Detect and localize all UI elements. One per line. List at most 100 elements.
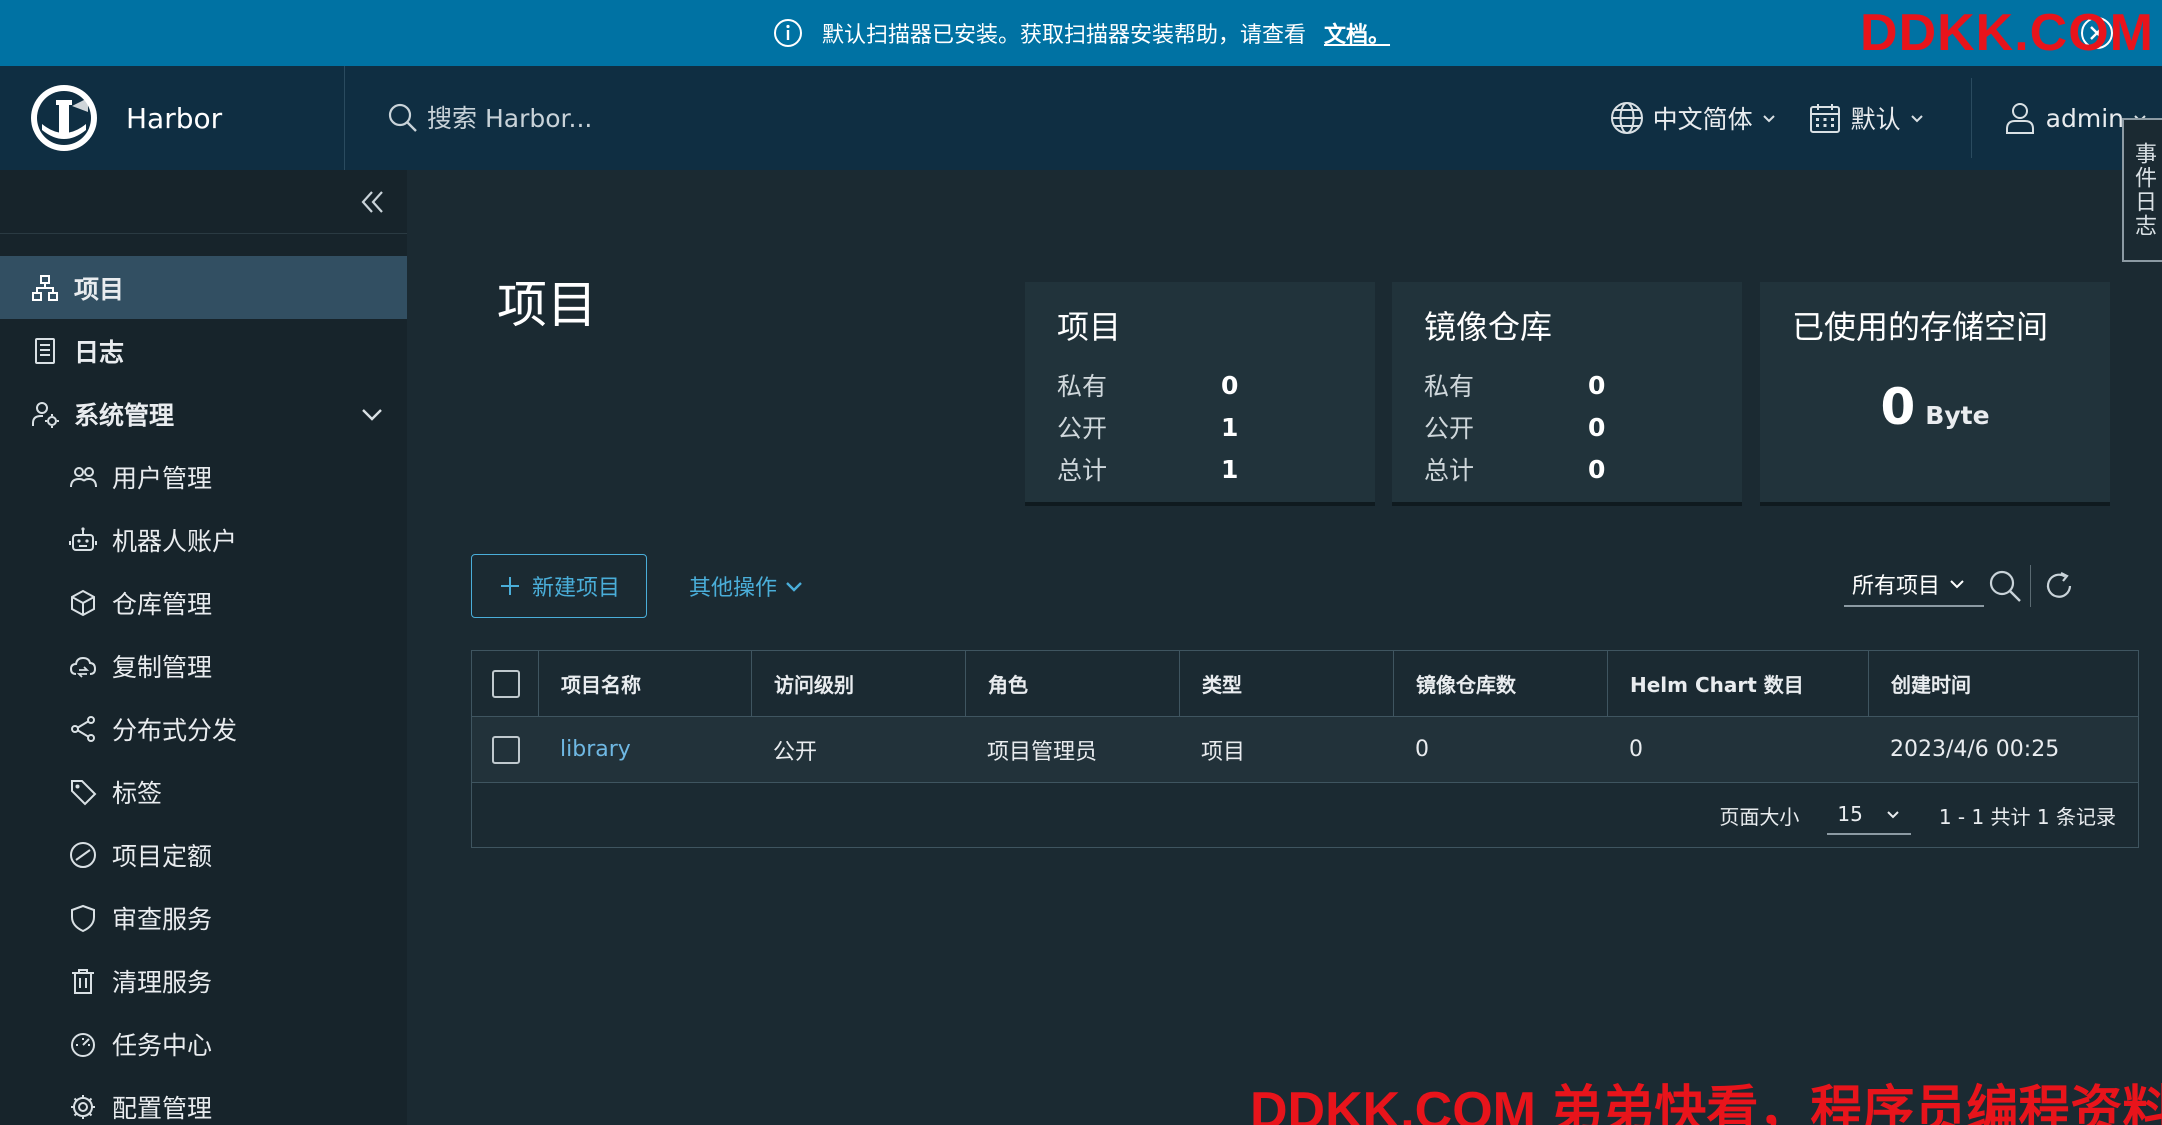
- top-header: Harbor 中文简体 默认 admin: [0, 66, 2162, 170]
- sidebar-item-project-quotas[interactable]: 项目定额: [0, 823, 407, 886]
- page-title: 项目: [497, 276, 597, 334]
- user-admin-icon: [32, 401, 59, 428]
- sidebar-item-logs[interactable]: 日志: [0, 319, 407, 382]
- shield-icon: [71, 904, 95, 932]
- stat-row-private: 私有 0: [1057, 364, 1343, 406]
- table-cell: 公开: [773, 739, 818, 765]
- sidebar-item-interrogation-services[interactable]: 审查服务: [0, 886, 407, 949]
- table-cell: 项目: [1201, 739, 1246, 765]
- projects-table: 项目名称 访问级别 角色 类型 镜像仓库数 Helm Chart 数目 创建时间…: [471, 650, 2139, 848]
- brand[interactable]: Harbor: [0, 66, 345, 170]
- sidebar-item-replications[interactable]: 复制管理: [0, 634, 407, 697]
- repositories-summary-card: 镜像仓库 私有 0 公开 0 总计 0: [1392, 282, 1742, 502]
- project-filter-select[interactable]: 所有项目: [1844, 563, 1984, 607]
- stat-value: 0: [1588, 454, 1606, 484]
- stat-row-total: 总计 1: [1057, 448, 1343, 490]
- sidebar-item-clean-up[interactable]: 清理服务: [0, 949, 407, 1012]
- table-cell: 0: [1629, 737, 1643, 762]
- brand-name: Harbor: [126, 101, 223, 135]
- card-title: 已使用的存储空间: [1792, 308, 2049, 346]
- sidebar-item-label: 分布式分发: [112, 715, 238, 745]
- sidebar-item-robot-accounts[interactable]: 机器人账户: [0, 508, 407, 571]
- column-header[interactable]: 角色: [965, 651, 1179, 716]
- robot-icon: [69, 526, 97, 551]
- sidebar-item-label: 清理服务: [112, 967, 213, 997]
- table-cell: 项目管理员: [987, 739, 1098, 765]
- sidebar-item-registries[interactable]: 仓库管理: [0, 571, 407, 634]
- sidebar-item-label: 复制管理: [112, 652, 213, 682]
- box-icon: [71, 589, 95, 616]
- stat-value: 1: [1221, 412, 1239, 442]
- filter-label: 所有项目: [1852, 574, 1941, 599]
- storage-unit: Byte: [1925, 401, 1990, 430]
- sidebar-item-users[interactable]: 用户管理: [0, 445, 407, 508]
- pagination-summary: 1 - 1 共计 1 条记录: [1938, 804, 2116, 829]
- stat-label: 私有: [1424, 372, 1475, 401]
- column-header[interactable]: 创建时间: [1868, 651, 2138, 716]
- project-name-link[interactable]: library: [538, 717, 751, 782]
- sidebar-item-label: 日志: [74, 337, 125, 367]
- hierarchy-icon: [32, 274, 58, 301]
- toolbar-divider: [2030, 565, 2031, 607]
- stat-value: 0: [1588, 412, 1606, 442]
- sidebar-item-label: 审查服务: [112, 904, 213, 934]
- stat-label: 总计: [1057, 456, 1108, 485]
- new-project-button[interactable]: 新建项目: [471, 554, 647, 618]
- sidebar-item-label: 仓库管理: [112, 589, 213, 619]
- other-actions-dropdown[interactable]: 其他操作: [689, 554, 805, 618]
- column-header[interactable]: 项目名称: [538, 651, 751, 716]
- row-select-cell: [472, 717, 538, 782]
- language-selector[interactable]: 中文简体: [1609, 100, 1777, 136]
- header-select-cell: [472, 651, 538, 716]
- sidebar: 项目 日志 系统管理 用户管理 机器人账户 仓库管理 复制管理 分布式分发 标签…: [0, 170, 407, 1125]
- plus-icon: [500, 577, 519, 595]
- search-icon[interactable]: [1987, 568, 2023, 604]
- stat-row-public: 公开 0: [1424, 406, 1710, 448]
- stat-label: 总计: [1424, 456, 1475, 485]
- chevron-down-icon: [1762, 115, 1775, 123]
- row-checkbox[interactable]: [492, 735, 520, 764]
- column-header[interactable]: 类型: [1179, 651, 1393, 716]
- search-input[interactable]: [427, 103, 927, 133]
- sidebar-item-labels[interactable]: 标签: [0, 760, 407, 823]
- sidebar-item-label: 系统管理: [74, 400, 175, 430]
- sidebar-item-configuration[interactable]: 配置管理: [0, 1075, 407, 1125]
- column-header[interactable]: 镜像仓库数: [1393, 651, 1607, 716]
- sidebar-item-label: 用户管理: [112, 463, 213, 493]
- sidebar-item-projects[interactable]: 项目: [0, 256, 407, 319]
- double-chevron-left-icon[interactable]: [355, 185, 389, 219]
- chevron-down-icon: [786, 582, 802, 592]
- refresh-icon[interactable]: [2041, 568, 2077, 604]
- card-title: 项目: [1057, 308, 1122, 346]
- calendar-icon: [1809, 104, 1840, 133]
- banner-docs-link[interactable]: 文档。: [1324, 17, 1390, 49]
- sidebar-item-label: 标签: [112, 778, 163, 808]
- sidebar-item-label: 机器人账户: [112, 526, 238, 556]
- table-header: 项目名称 访问级别 角色 类型 镜像仓库数 Helm Chart 数目 创建时间: [472, 651, 2138, 717]
- sidebar-item-distributions[interactable]: 分布式分发: [0, 697, 407, 760]
- select-all-checkbox[interactable]: [492, 669, 520, 698]
- trash-icon: [72, 968, 94, 994]
- projects-summary-card: 项目 私有 0 公开 1 总计 1: [1025, 282, 1375, 502]
- username: admin: [2045, 103, 2124, 133]
- search-box[interactable]: [345, 102, 1609, 134]
- sidebar-item-administration[interactable]: 系统管理: [0, 382, 407, 445]
- page-size-select[interactable]: 15: [1827, 795, 1911, 835]
- info-icon: [773, 19, 802, 47]
- column-header[interactable]: Helm Chart 数目: [1607, 651, 1868, 716]
- stat-row-public: 公开 1: [1057, 406, 1343, 448]
- tag-icon: [71, 779, 97, 805]
- sidebar-item-job-service[interactable]: 任务中心: [0, 1012, 407, 1075]
- stat-label: 公开: [1057, 414, 1108, 443]
- users-icon: [70, 466, 97, 487]
- datetime-format-selector[interactable]: 默认: [1807, 100, 1925, 136]
- chevron-down-icon[interactable]: [359, 401, 385, 427]
- new-project-label: 新建项目: [531, 576, 620, 601]
- gear-icon: [71, 1094, 95, 1119]
- stat-row-total: 总计 0: [1424, 448, 1710, 490]
- watermark-bottom: DDKK.COM 弟弟快看，程序员编程资料站: [1250, 1082, 2162, 1125]
- column-header[interactable]: 访问级别: [751, 651, 965, 716]
- search-icon: [388, 103, 417, 132]
- table-row: library 公开 项目管理员 项目 0 0 2023/4/6 00:25: [472, 717, 2138, 783]
- dashboard-icon: [71, 1032, 95, 1057]
